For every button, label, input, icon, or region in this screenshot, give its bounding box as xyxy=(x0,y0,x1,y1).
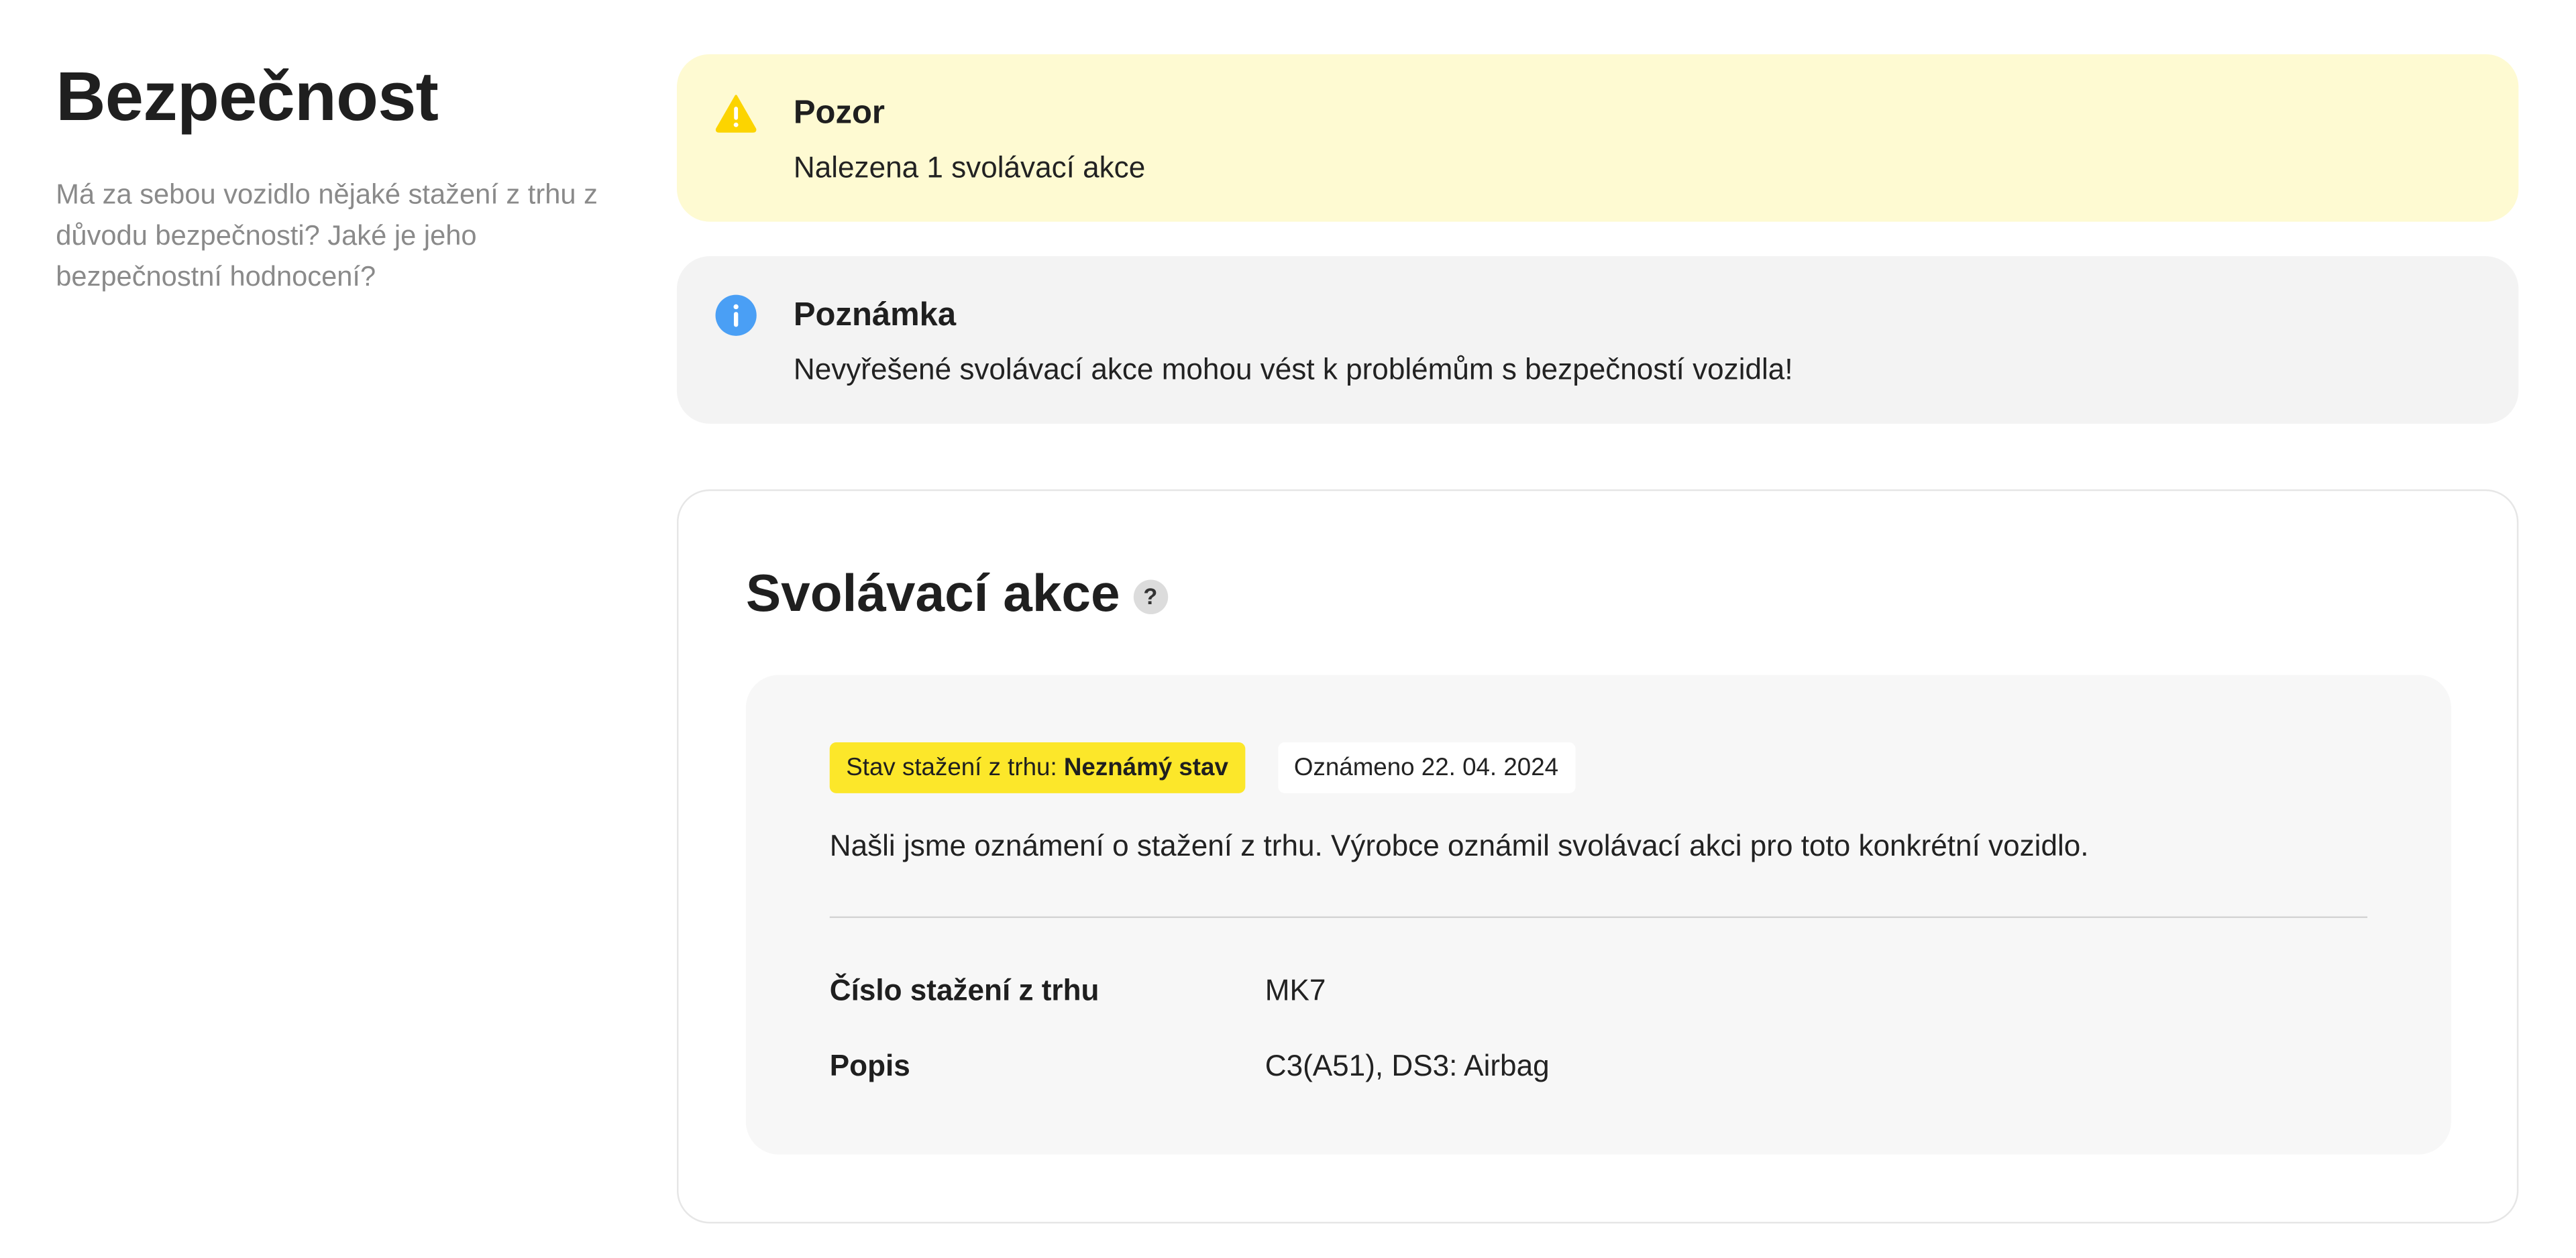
info-circle-icon xyxy=(715,294,757,336)
recall-item: Stav stažení z trhu: Neznámý stav Oznáme… xyxy=(745,675,2451,1155)
recall-card: Svolávací akce ? Stav stažení z trhu: Ne… xyxy=(676,489,2519,1224)
status-badge: Stav stažení z trhu: Neznámý stav xyxy=(829,742,1245,793)
page-description: Má za sebou vozidlo nějaké stažení z trh… xyxy=(56,178,598,292)
warning-alert: Pozor Nalezena 1 svolávací akce xyxy=(676,54,2519,222)
recall-description-text: Našli jsme oznámení o stažení z trhu. Vý… xyxy=(829,829,2089,862)
detail-value: MK7 xyxy=(1265,974,1326,1007)
note-text: Nevyřešené svolávací akce mohou vést k p… xyxy=(793,353,1793,386)
warning-title: Pozor xyxy=(793,95,885,131)
detail-label: Číslo stažení z trhu xyxy=(829,974,1099,1007)
announced-date-badge: Oznámeno 22. 04. 2024 xyxy=(1277,742,1575,793)
note-alert: Poznámka Nevyřešené svolávací akce mohou… xyxy=(676,256,2519,424)
warning-text: Nalezena 1 svolávací akce xyxy=(793,151,1146,184)
section-intro: Bezpečnost Má za sebou vozidlo nějaké st… xyxy=(56,49,598,297)
detail-label: Popis xyxy=(829,1049,910,1082)
divider xyxy=(829,916,2368,918)
recall-section-title: Svolávací akce xyxy=(745,563,1120,623)
page-title: Bezpečnost xyxy=(56,57,439,135)
detail-value: C3(A51), DS3: Airbag xyxy=(1265,1049,1550,1082)
status-badge-value: Neznámý stav xyxy=(1063,754,1228,782)
note-title: Poznámka xyxy=(793,297,957,334)
recall-section-heading: Svolávací akce ? xyxy=(746,557,1168,629)
warning-triangle-icon xyxy=(715,95,757,133)
status-badge-label: Stav stažení z trhu: xyxy=(846,754,1064,782)
question-mark-icon[interactable]: ? xyxy=(1133,579,1168,614)
recall-badges: Stav stažení z trhu: Neznámý stav Oznáme… xyxy=(829,742,1575,793)
page-stage: Bezpečnost Má za sebou vozidlo nějaké st… xyxy=(0,0,2576,1258)
